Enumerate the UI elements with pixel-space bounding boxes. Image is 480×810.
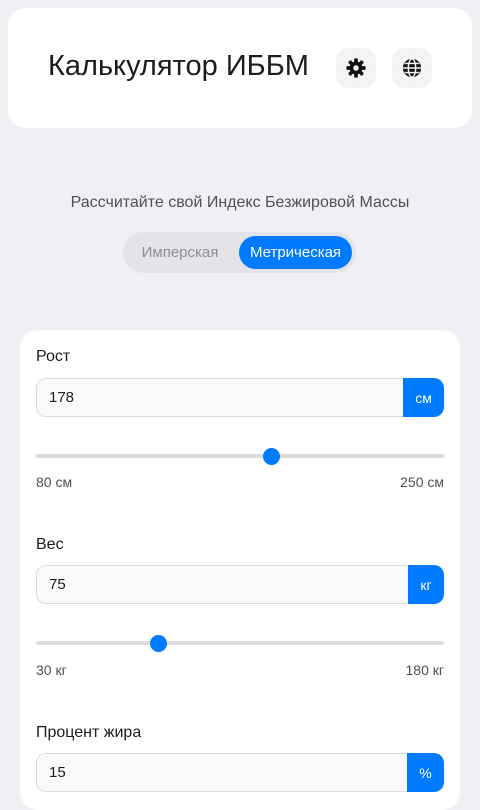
height-label: Рост (36, 348, 71, 365)
height-input[interactable] (36, 378, 403, 417)
weight-max-label: 180 кг (405, 662, 444, 678)
settings-button[interactable] (336, 48, 376, 88)
height-min-label: 80 см (36, 474, 73, 490)
globe-icon (402, 58, 422, 78)
height-slider[interactable] (36, 448, 444, 465)
imperial-option[interactable]: Имперская (129, 236, 231, 269)
weight-slider-thumb[interactable] (150, 635, 168, 652)
page-subtitle: Рассчитайте свой Индекс Безжировой Массы (70, 194, 410, 211)
weight-slider-track (36, 641, 444, 645)
body-fat-input-group: % (36, 753, 444, 792)
weight-input[interactable] (36, 565, 408, 604)
body-fat-unit-badge: % (407, 753, 444, 792)
input-card: Рост см 80 см 250 см Вес кг 30 кг 180 кг… (20, 330, 460, 810)
unit-system-toggle: Имперская Метрическая (123, 232, 356, 273)
weight-input-group: кг (36, 565, 444, 604)
weight-label: Вес (36, 536, 64, 553)
weight-unit-badge: кг (408, 565, 444, 604)
app-title: Калькулятор ИББМ (48, 50, 309, 82)
height-max-label: 250 см (400, 474, 444, 490)
body-fat-input[interactable] (36, 753, 407, 792)
language-button[interactable] (392, 48, 432, 88)
height-unit-badge: см (403, 378, 444, 417)
gear-icon (346, 58, 366, 78)
app-header: Калькулятор ИББМ (8, 8, 472, 128)
body-fat-label: Процент жира (36, 724, 142, 741)
weight-slider[interactable] (36, 635, 444, 652)
weight-min-label: 30 кг (36, 662, 67, 678)
metric-option[interactable]: Метрическая (239, 236, 352, 269)
height-slider-thumb[interactable] (263, 448, 281, 465)
height-slider-track (36, 454, 444, 458)
height-input-group: см (36, 378, 444, 417)
